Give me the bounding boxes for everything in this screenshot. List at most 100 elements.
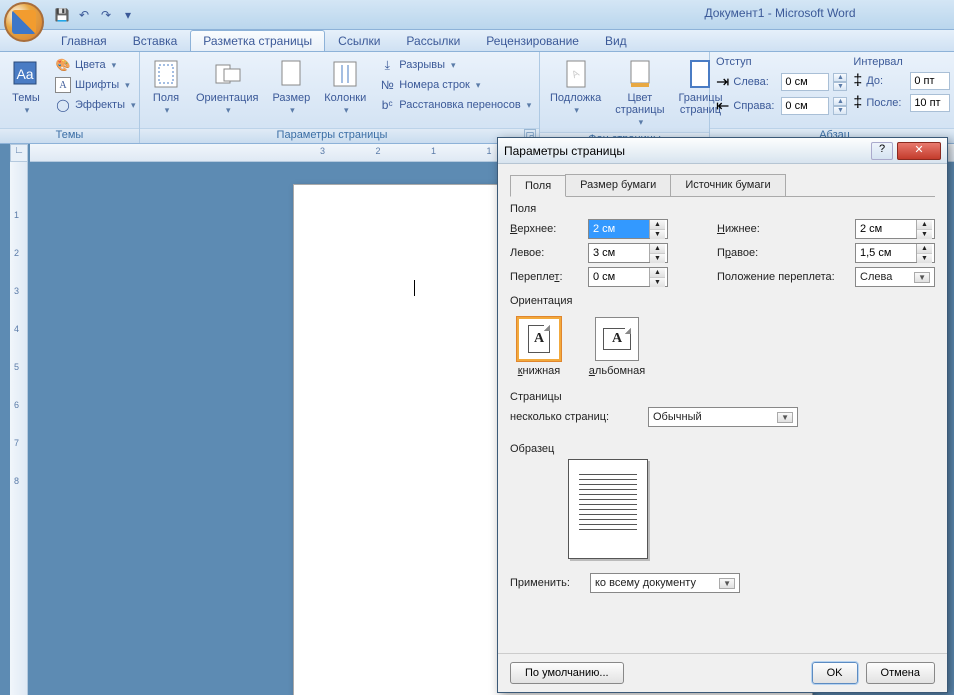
indent-left-input[interactable] [781,73,829,91]
dialog-tab-margins[interactable]: Поля [510,175,566,197]
ok-button[interactable]: OK [812,662,858,684]
top-margin-input[interactable]: ▲▼ [588,219,668,239]
theme-effects-button[interactable]: ◯Эффекты▾ [52,96,139,114]
indent-left-icon: ⇥ [716,72,729,92]
group-label-themes: Темы [0,128,139,143]
size-button[interactable]: Размер▾ [268,56,314,118]
ribbon-tabs: Главная Вставка Разметка страницы Ссылки… [0,30,954,52]
dialog-help-button[interactable]: ? [871,142,893,160]
orientation-portrait-button[interactable]: A книжная [510,317,568,377]
orientation-fieldset: Ориентация A книжная A альбомная [510,295,935,383]
quick-access-toolbar: 💾 ↶ ↷ ▾ [52,5,138,25]
landscape-icon: A [595,317,639,361]
tab-selector[interactable]: ∟ [10,144,28,162]
gutter-pos-label: Положение переплета: [717,271,847,283]
qat-dropdown-icon[interactable]: ▾ [118,5,138,25]
window-title: Документ1 - Microsoft Word [580,6,954,20]
tab-review[interactable]: Рецензирование [473,30,592,51]
indent-right-label: Справа: [733,100,777,112]
indent-right-spinner[interactable]: ▲▼ [833,97,847,115]
left-margin-label: Левое: [510,247,580,259]
dialog-tab-paper[interactable]: Размер бумаги [565,174,671,196]
save-icon[interactable]: 💾 [52,5,72,25]
margins-button[interactable]: Поля▾ [146,56,186,118]
dialog-tabs: Поля Размер бумаги Источник бумаги [510,174,935,197]
line-numbers-icon: № [379,77,395,93]
spacing-title: Интервал [853,56,954,68]
spacing-after-icon: ‡ [853,94,862,112]
dialog-title: Параметры страницы [504,144,871,158]
office-button[interactable] [4,2,44,42]
margins-icon [150,58,182,90]
bottom-margin-input[interactable]: ▲▼ [855,219,935,239]
indent-left-label: Слева: [733,76,777,88]
dialog-tab-source[interactable]: Источник бумаги [670,174,785,196]
spacing-after-input[interactable] [910,94,950,112]
indent-right-icon: ⇤ [716,96,729,116]
indent-title: Отступ [716,56,847,68]
page-setup-dialog: Параметры страницы ? ✕ Поля Размер бумаг… [497,137,948,693]
spacing-before-icon: ‡ [853,72,862,90]
tab-home[interactable]: Главная [48,30,120,51]
breaks-icon: ⤓ [379,57,395,73]
tab-view[interactable]: Вид [592,30,640,51]
apply-to-label: Применить: [510,577,582,589]
gutter-input[interactable]: ▲▼ [588,267,668,287]
line-numbers-button[interactable]: №Номера строк▾ [376,76,534,94]
breaks-button[interactable]: ⤓Разрывы▾ [376,56,534,74]
tab-page-layout[interactable]: Разметка страницы [190,30,325,51]
themes-icon: Aa [10,58,42,90]
group-label-page-setup: Параметры страницы◲ [140,128,539,143]
margins-fieldset: Поля Верхнее: ▲▼ Нижнее: ▲▼ Левое: ▲▼ Пр… [510,203,935,287]
tab-insert[interactable]: Вставка [120,30,191,51]
ribbon: Aa Темы▾ 🎨Цвета▾ AШрифты▾ ◯Эффекты▾ Темы… [0,52,954,144]
themes-button[interactable]: Aa Темы▾ [6,56,46,118]
default-button[interactable]: По умолчанию... [510,662,624,684]
tab-mailings[interactable]: Рассылки [393,30,473,51]
right-margin-label: Правое: [717,247,847,259]
size-icon [275,58,307,90]
theme-colors-button[interactable]: 🎨Цвета▾ [52,56,139,74]
undo-icon[interactable]: ↶ [74,5,94,25]
fonts-icon: A [55,77,71,93]
left-margin-input[interactable]: ▲▼ [588,243,668,263]
preview-fieldset: Образец [510,443,935,559]
multi-pages-select[interactable]: Обычный▼ [648,407,798,427]
spacing-after-label: После: [866,97,906,109]
columns-button[interactable]: Колонки▾ [320,56,370,118]
group-themes: Aa Темы▾ 🎨Цвета▾ AШрифты▾ ◯Эффекты▾ Темы [0,52,140,143]
svg-text:Aa: Aa [16,66,33,82]
orientation-landscape-button[interactable]: A альбомная [588,317,646,377]
preview-thumbnail [568,459,648,559]
hyphenation-button[interactable]: bᶜРасстановка переносов▾ [376,96,534,114]
right-margin-input[interactable]: ▲▼ [855,243,935,263]
gutter-label: Переплет: [510,271,580,283]
colors-icon: 🎨 [55,57,71,73]
dialog-titlebar[interactable]: Параметры страницы ? ✕ [498,138,947,164]
dialog-footer: По умолчанию... OK Отмена [498,653,947,692]
apply-to-select[interactable]: ко всему документу▼ [590,573,740,593]
redo-icon[interactable]: ↷ [96,5,116,25]
cancel-button[interactable]: Отмена [866,662,935,684]
page-color-button[interactable]: Цвет страницы▾ [611,56,668,130]
spacing-before-input[interactable] [910,72,950,90]
text-cursor [414,280,415,296]
group-page-setup: Поля▾ Ориентация▾ Размер▾ Колонки▾ ⤓Разр… [140,52,540,143]
spacing-before-label: До: [866,75,906,87]
gutter-pos-select[interactable]: Слева▼ [855,267,935,287]
orientation-icon [211,58,243,90]
tab-references[interactable]: Ссылки [325,30,393,51]
indent-left-spinner[interactable]: ▲▼ [833,73,847,91]
watermark-button[interactable]: AПодложка▾ [546,56,605,118]
theme-fonts-button[interactable]: AШрифты▾ [52,76,139,94]
dialog-close-button[interactable]: ✕ [897,142,941,160]
orientation-button[interactable]: Ориентация▾ [192,56,262,118]
top-margin-label: Верхнее: [510,223,580,235]
multi-pages-label: несколько страниц: [510,411,640,423]
indent-right-input[interactable] [781,97,829,115]
ruler-vertical[interactable]: 12345678 [10,162,28,695]
themes-label: Темы [12,92,40,104]
page-color-icon [624,58,656,90]
pages-fieldset: Страницы несколько страниц: Обычный▼ [510,391,935,427]
columns-icon [329,58,361,90]
